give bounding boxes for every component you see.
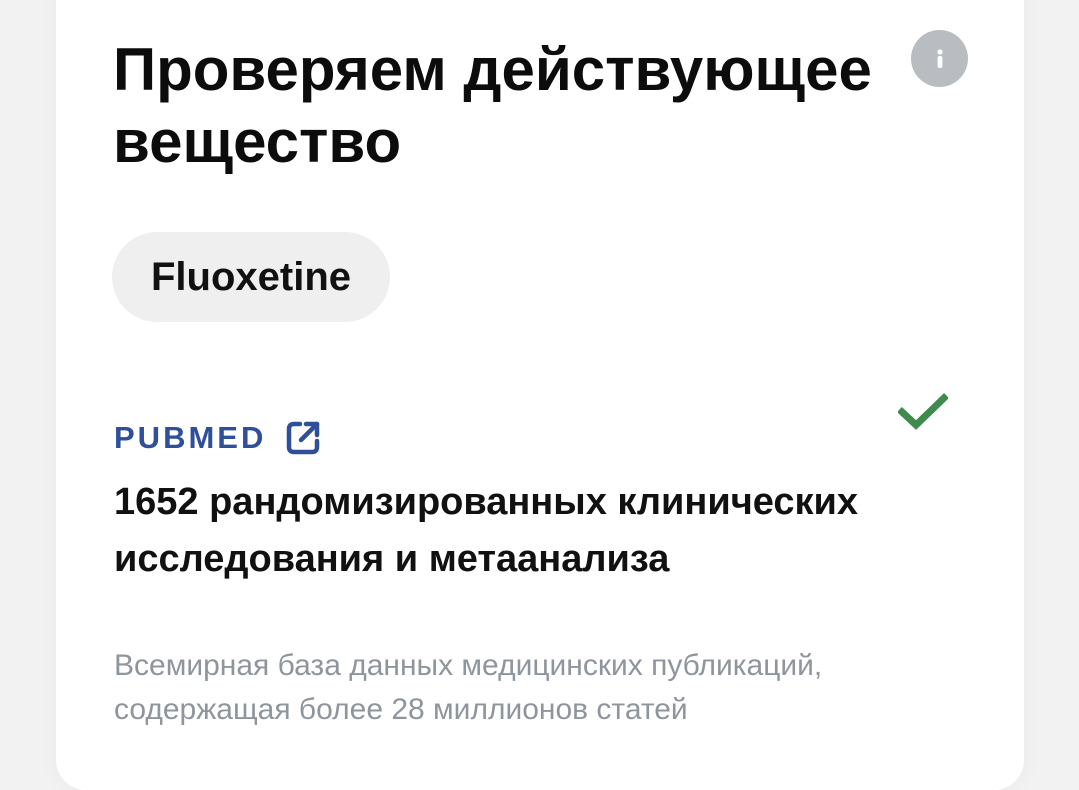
source-label: PUBMED (114, 420, 267, 455)
info-icon (936, 48, 943, 68)
external-link-icon[interactable] (284, 419, 322, 457)
page-title: Проверяем действующее вещество (113, 36, 872, 175)
source-header: PUBMED (114, 416, 322, 460)
source-description: Всемирная база данных медицинских публик… (114, 649, 823, 726)
source-headline: 1652 рандомизированных клинических иссле… (114, 481, 859, 580)
checkmark-icon (898, 393, 948, 430)
info-button[interactable] (911, 30, 968, 87)
substance-chip[interactable]: Fluoxetine (112, 232, 390, 322)
